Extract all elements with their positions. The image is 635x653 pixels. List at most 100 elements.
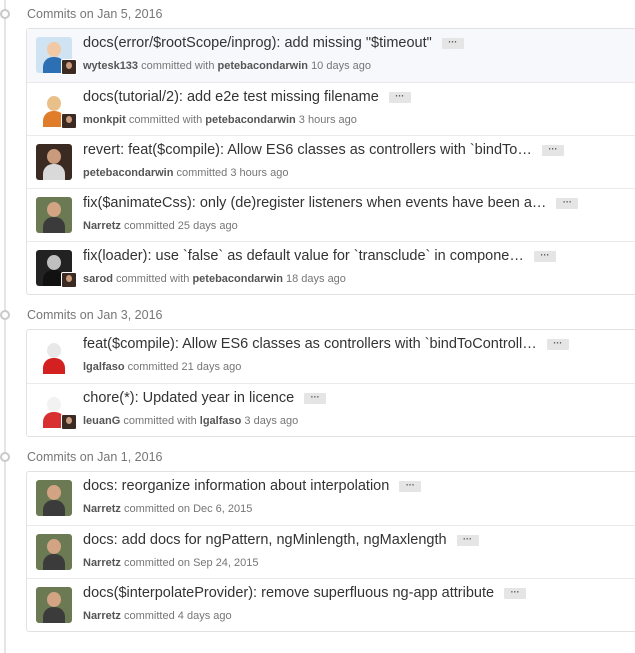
- author-link[interactable]: Narretz: [83, 503, 121, 515]
- commit-verb: committed on: [123, 557, 190, 569]
- commit-row[interactable]: feat($compile): Allow ES6 classes as con…: [27, 330, 635, 383]
- expand-message-button[interactable]: ···: [556, 197, 579, 209]
- expand-message-button[interactable]: ···: [546, 338, 569, 350]
- commit-title: chore(*): Updated year in licence ···: [83, 390, 603, 406]
- photo-avatar-icon[interactable]: [36, 480, 72, 516]
- expand-message-button[interactable]: ···: [399, 480, 422, 492]
- expand-message-button[interactable]: ···: [541, 144, 564, 156]
- photo-avatar-icon[interactable]: [36, 197, 72, 233]
- commit-title: revert: feat($compile): Allow ES6 classe…: [83, 142, 603, 158]
- photo-avatar-icon[interactable]: [36, 534, 72, 570]
- commit-row[interactable]: docs: add docs for ngPattern, ngMinlengt…: [27, 525, 635, 578]
- author-link[interactable]: leuanG: [83, 415, 120, 427]
- committer-avatar-icon[interactable]: [61, 272, 77, 288]
- commit-row[interactable]: docs(error/$rootScope/inprog): add missi…: [27, 29, 635, 82]
- commit-time: 25 days ago: [177, 220, 238, 232]
- commit-message-link[interactable]: docs(tutorial/2): add e2e test missing f…: [83, 89, 379, 105]
- commit-date-label: Commits on Jan 1, 2016: [27, 450, 163, 464]
- commit-title: fix($animateCss): only (de)register list…: [83, 195, 603, 211]
- commit-icon: [0, 9, 10, 19]
- commit-verb: committed on: [123, 503, 190, 515]
- commit-list: docs(error/$rootScope/inprog): add missi…: [26, 28, 635, 295]
- author-link[interactable]: Narretz: [83, 557, 121, 569]
- committer-link[interactable]: petebacondarwin: [205, 114, 295, 126]
- committer-avatar-icon[interactable]: [61, 59, 77, 75]
- commit-meta: petebacondarwin committed 3 hours ago: [83, 167, 288, 179]
- commit-time: Dec 6, 2015: [193, 503, 253, 515]
- commit-message-link[interactable]: feat($compile): Allow ES6 classes as con…: [83, 336, 537, 352]
- commit-row[interactable]: chore(*): Updated year in licence ··· leua…: [27, 383, 635, 436]
- commit-meta: Narretz committed on Sep 24, 2015: [83, 557, 259, 569]
- author-link[interactable]: Narretz: [83, 220, 121, 232]
- can-avatar-icon[interactable]: [36, 338, 72, 374]
- commit-title: docs(error/$rootScope/inprog): add missi…: [83, 35, 603, 51]
- commit-title: docs: add docs for ngPattern, ngMinlengt…: [83, 532, 603, 548]
- commit-meta: monkpit committed with petebacondarwin 3…: [83, 114, 357, 126]
- author-link[interactable]: Narretz: [83, 610, 121, 622]
- commit-verb: committed with: [116, 273, 190, 285]
- commit-meta: sarod committed with petebacondarwin 18 …: [83, 273, 346, 285]
- commit-row[interactable]: fix($animateCss): only (de)register list…: [27, 188, 635, 241]
- commit-time: 10 days ago: [311, 60, 371, 72]
- commit-meta: Narretz committed 25 days ago: [83, 220, 238, 232]
- commit-verb: committed: [176, 167, 228, 179]
- commit-group: Commits on Jan 1, 2016 docs: reorganize i…: [0, 443, 635, 632]
- photo-avatar-icon[interactable]: [36, 587, 72, 623]
- commit-title: docs(tutorial/2): add e2e test missing f…: [83, 89, 603, 105]
- expand-message-button[interactable]: ···: [504, 587, 527, 599]
- commit-message-link[interactable]: docs($interpolateProvider): remove super…: [83, 585, 494, 601]
- commit-group: Commits on Jan 3, 2016 feat($compile): Al…: [0, 301, 635, 437]
- committer-avatar-icon[interactable]: [61, 113, 77, 129]
- commit-time: 3 hours ago: [230, 167, 289, 179]
- commit-time: 18 days ago: [285, 273, 346, 285]
- commit-row[interactable]: docs(tutorial/2): add e2e test missing f…: [27, 82, 635, 135]
- commit-message-link[interactable]: revert: feat($compile): Allow ES6 classe…: [83, 142, 532, 158]
- committer-link[interactable]: lgalfaso: [200, 415, 242, 427]
- commit-meta: wytesk133 committed with petebacondarwin…: [83, 60, 371, 72]
- commit-message-link[interactable]: docs: reorganize information about inter…: [83, 478, 389, 494]
- commit-message-link[interactable]: docs(error/$rootScope/inprog): add missi…: [83, 35, 432, 51]
- commit-list: docs: reorganize information about inter…: [26, 471, 635, 632]
- commit-group-header: Commits on Jan 3, 2016: [0, 301, 635, 329]
- committer-link[interactable]: petebacondarwin: [218, 60, 308, 72]
- commit-list: feat($compile): Allow ES6 classes as con…: [26, 329, 635, 437]
- expand-message-button[interactable]: ···: [533, 250, 556, 262]
- commit-time: 21 days ago: [181, 361, 242, 373]
- author-link[interactable]: petebacondarwin: [83, 167, 173, 179]
- commit-message-link[interactable]: fix(loader): use `false` as default valu…: [83, 248, 524, 264]
- commit-title: docs: reorganize information about inter…: [83, 478, 603, 494]
- expand-message-button[interactable]: ···: [388, 91, 411, 103]
- commit-history: Commits on Jan 5, 2016 docs(error/$rootSc…: [0, 0, 635, 632]
- commit-row[interactable]: fix(loader): use `false` as default valu…: [27, 241, 635, 294]
- author-link[interactable]: sarod: [83, 273, 113, 285]
- commit-row[interactable]: docs: reorganize information about inter…: [27, 472, 635, 525]
- commit-verb: committed with: [123, 415, 197, 427]
- commit-meta: leuanG committed with lgalfaso 3 days ag…: [83, 415, 298, 427]
- expand-message-button[interactable]: ···: [304, 392, 327, 404]
- commit-row[interactable]: docs($interpolateProvider): remove super…: [27, 578, 635, 631]
- commit-verb: committed with: [141, 60, 215, 72]
- commit-message-link[interactable]: chore(*): Updated year in licence: [83, 390, 294, 406]
- commit-date-label: Commits on Jan 5, 2016: [27, 7, 163, 21]
- commit-meta: Narretz committed 4 days ago: [83, 610, 232, 622]
- commit-meta: lgalfaso committed 21 days ago: [83, 361, 241, 373]
- commit-icon: [0, 452, 10, 462]
- expand-message-button[interactable]: ···: [456, 534, 479, 546]
- commit-message-link[interactable]: docs: add docs for ngPattern, ngMinlengt…: [83, 532, 447, 548]
- commit-verb: committed: [123, 220, 175, 232]
- commit-title: fix(loader): use `false` as default valu…: [83, 248, 603, 264]
- commit-time: 3 hours ago: [298, 114, 357, 126]
- author-link[interactable]: wytesk133: [83, 60, 138, 72]
- committer-link[interactable]: petebacondarwin: [192, 273, 282, 285]
- commit-title: feat($compile): Allow ES6 classes as con…: [83, 336, 603, 352]
- commit-meta: Narretz committed on Dec 6, 2015: [83, 503, 252, 515]
- commit-time: 3 days ago: [244, 415, 299, 427]
- commit-group: Commits on Jan 5, 2016 docs(error/$rootSc…: [0, 0, 635, 295]
- commit-message-link[interactable]: fix($animateCss): only (de)register list…: [83, 195, 546, 211]
- expand-message-button[interactable]: ···: [441, 37, 464, 49]
- commit-row[interactable]: revert: feat($compile): Allow ES6 classe…: [27, 135, 635, 188]
- author-link[interactable]: monkpit: [83, 114, 126, 126]
- author-link[interactable]: lgalfaso: [83, 361, 125, 373]
- photo-avatar-icon[interactable]: [36, 144, 72, 180]
- committer-avatar-icon[interactable]: [61, 414, 77, 430]
